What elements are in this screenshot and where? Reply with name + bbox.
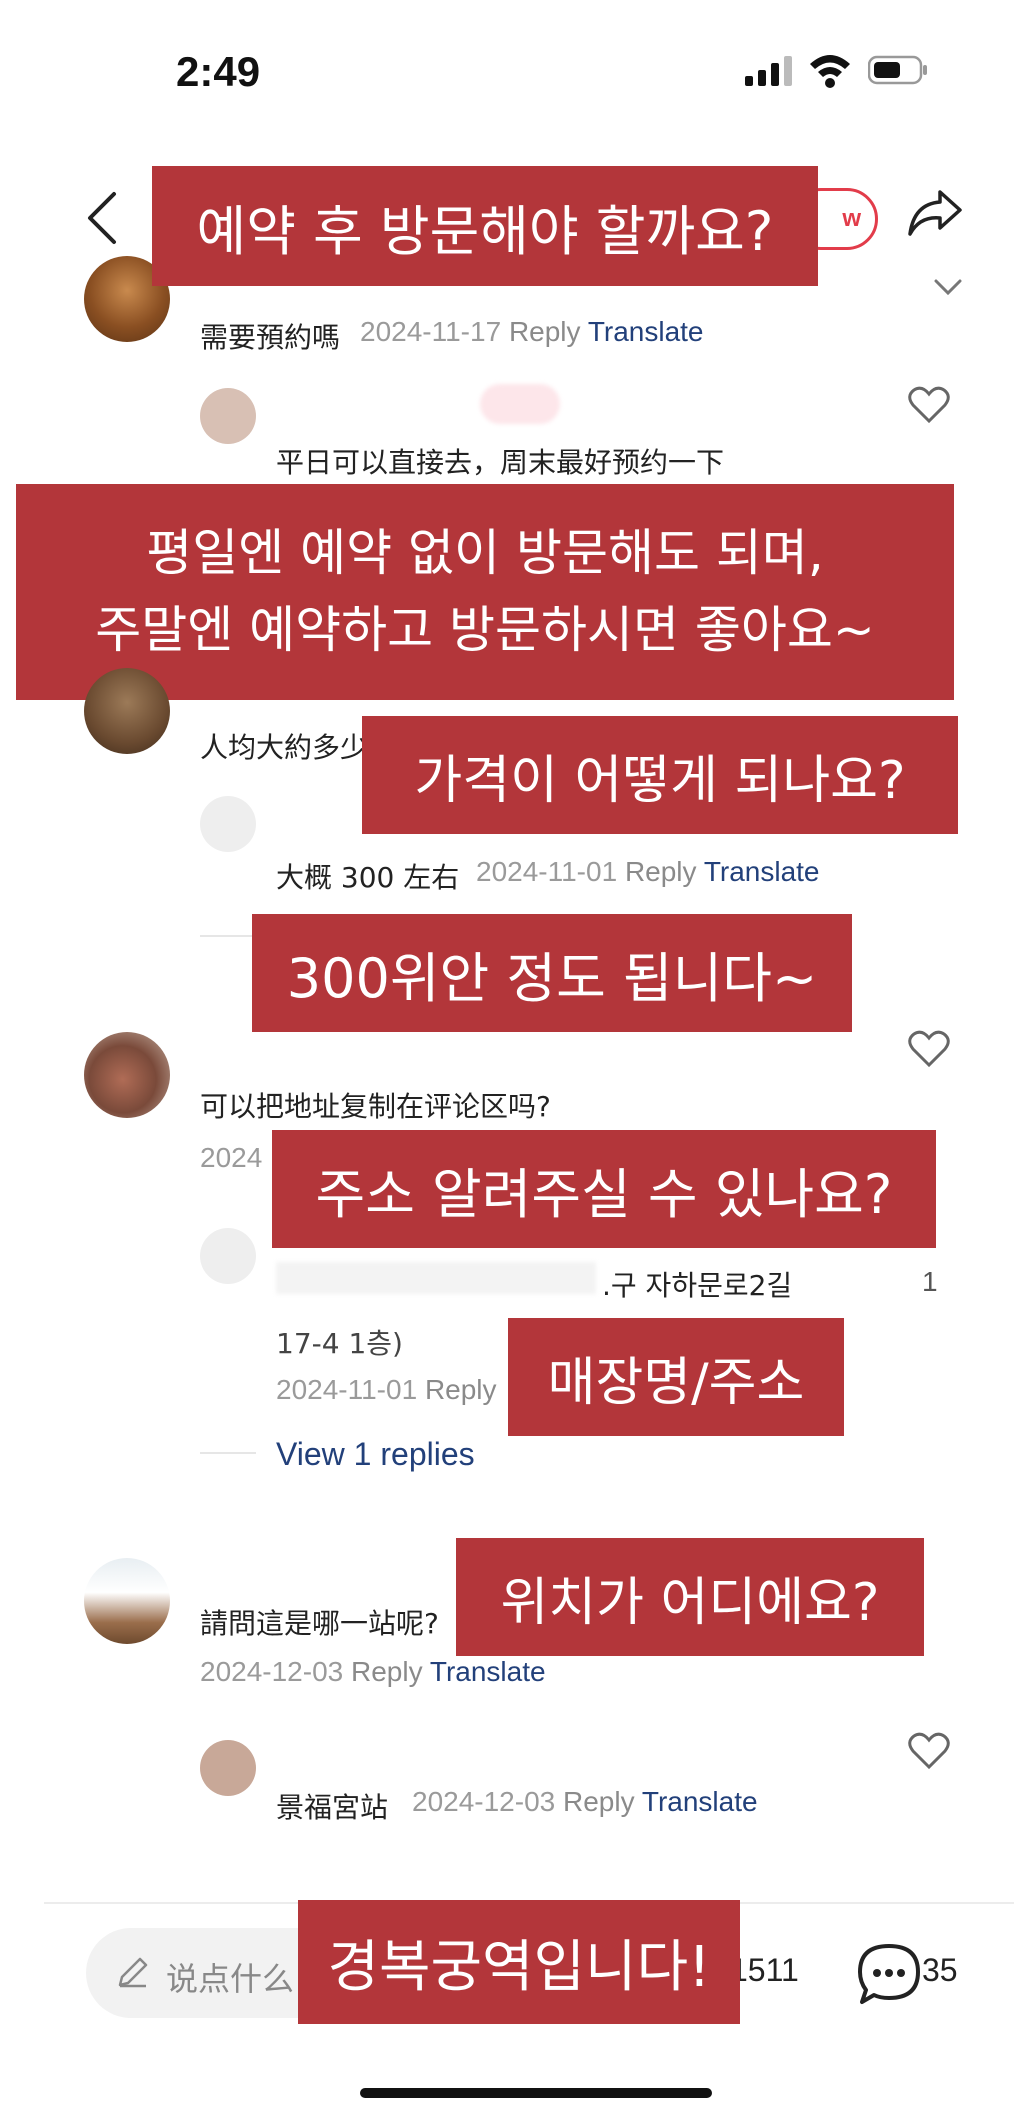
translate-button[interactable]: Translate bbox=[704, 856, 820, 887]
reply-meta: 2024-12-03 Reply Translate bbox=[412, 1786, 758, 1818]
home-indicator[interactable] bbox=[360, 2088, 712, 2098]
comment-text: 需要預約嗎 bbox=[200, 321, 341, 354]
caption-answer-reservation: 평일엔 예약 없이 방문해도 되며, 주말엔 예약하고 방문하시면 좋아요~ bbox=[16, 484, 954, 700]
wifi-icon bbox=[810, 55, 850, 88]
divider bbox=[200, 1452, 256, 1454]
reply-button[interactable]: Reply bbox=[563, 1786, 635, 1817]
comment-meta: 2024-12-03 Reply Translate bbox=[200, 1656, 546, 1688]
caption-line: 평일엔 예약 없이 방문해도 되며, bbox=[146, 523, 824, 582]
avatar[interactable] bbox=[200, 1228, 256, 1284]
reply-button[interactable]: Reply bbox=[351, 1656, 423, 1687]
divider bbox=[200, 935, 260, 937]
translate-button[interactable]: Translate bbox=[430, 1656, 546, 1687]
pencil-icon bbox=[118, 1957, 148, 1988]
translate-button[interactable]: Translate bbox=[588, 316, 704, 347]
comment-meta: 2024-11-17 Reply Translate bbox=[360, 316, 704, 348]
avatar[interactable] bbox=[84, 1032, 170, 1118]
like-count[interactable]: 1511 bbox=[730, 1952, 799, 1989]
reply-text: .구 자하문로2길 bbox=[602, 1269, 793, 1302]
reply-button[interactable]: Reply bbox=[425, 1374, 497, 1405]
redacted-text bbox=[276, 1262, 596, 1294]
avatar[interactable] bbox=[84, 668, 170, 754]
reply-meta: 2024-11-01 Reply Translate bbox=[476, 856, 820, 888]
reply-text: 景福宮站 bbox=[276, 1791, 389, 1824]
caption-question-location: 위치가 어디에요? bbox=[456, 1538, 924, 1656]
comment-date: 2024-11-17 bbox=[360, 316, 502, 347]
like-heart-icon[interactable] bbox=[908, 1030, 950, 1068]
input-placeholder: 说点什么 bbox=[166, 1960, 295, 1998]
like-heart-icon[interactable] bbox=[908, 1732, 950, 1770]
comment-date: 2024-11-01 bbox=[476, 856, 618, 887]
comment-date: 2024 bbox=[200, 1142, 263, 1173]
comment-bubble-icon[interactable] bbox=[856, 1942, 922, 2006]
caption-answer-location: 경복궁역입니다! bbox=[298, 1900, 740, 2024]
avatar[interactable] bbox=[200, 388, 256, 444]
avatar[interactable] bbox=[84, 1558, 170, 1644]
cellular-signal-icon bbox=[745, 56, 792, 86]
battery-icon bbox=[868, 55, 927, 85]
follow-label: w bbox=[842, 205, 861, 232]
comment-text: 可以把地址复制在评论区吗? bbox=[200, 1090, 551, 1123]
like-heart-icon[interactable] bbox=[908, 386, 950, 424]
comment-date: 2024-11-01 bbox=[276, 1374, 418, 1405]
status-time: 2:49 bbox=[176, 48, 261, 95]
reply-meta: 2024-11-01 Reply bbox=[276, 1374, 497, 1406]
caption-answer-address: 매장명/주소 bbox=[508, 1318, 844, 1436]
view-replies-link[interactable]: View 1 replies bbox=[276, 1436, 475, 1473]
reply-text-line2: 17-4 1층) bbox=[276, 1327, 403, 1360]
chevron-down-icon[interactable] bbox=[934, 278, 962, 296]
share-icon[interactable] bbox=[906, 188, 964, 240]
caption-line: 주말엔 예약하고 방문하시면 좋아요~ bbox=[95, 601, 875, 659]
reply-button[interactable]: Reply bbox=[509, 316, 581, 347]
caption-question-address: 주소 알려주실 수 있나요? bbox=[272, 1130, 936, 1248]
caption-question-reservation: 예약 후 방문해야 할까요? bbox=[152, 166, 818, 286]
comment-text: 請問這是哪一站呢? bbox=[200, 1607, 439, 1640]
comment-date: 2024-12-03 bbox=[412, 1786, 556, 1817]
avatar[interactable] bbox=[200, 1740, 256, 1796]
translate-button[interactable]: Translate bbox=[642, 1786, 758, 1817]
caption-question-price: 가격이 어떻게 되나요? bbox=[362, 716, 958, 834]
reply-text: 大概 300 左右 bbox=[276, 861, 460, 894]
comment-date: 2024-12-03 bbox=[200, 1656, 344, 1687]
reply-text: 平日可以直接去，周末最好预约一下 bbox=[276, 446, 725, 479]
author-badge bbox=[480, 384, 560, 424]
caption-answer-price: 300위안 정도 됩니다~ bbox=[252, 914, 852, 1032]
avatar[interactable] bbox=[200, 796, 256, 852]
comment-count[interactable]: 35 bbox=[922, 1952, 958, 1989]
like-count: 1 bbox=[922, 1266, 938, 1297]
back-icon[interactable] bbox=[82, 188, 122, 248]
comment-text: 人均大約多少 bbox=[200, 731, 369, 764]
reply-button[interactable]: Reply bbox=[625, 856, 697, 887]
